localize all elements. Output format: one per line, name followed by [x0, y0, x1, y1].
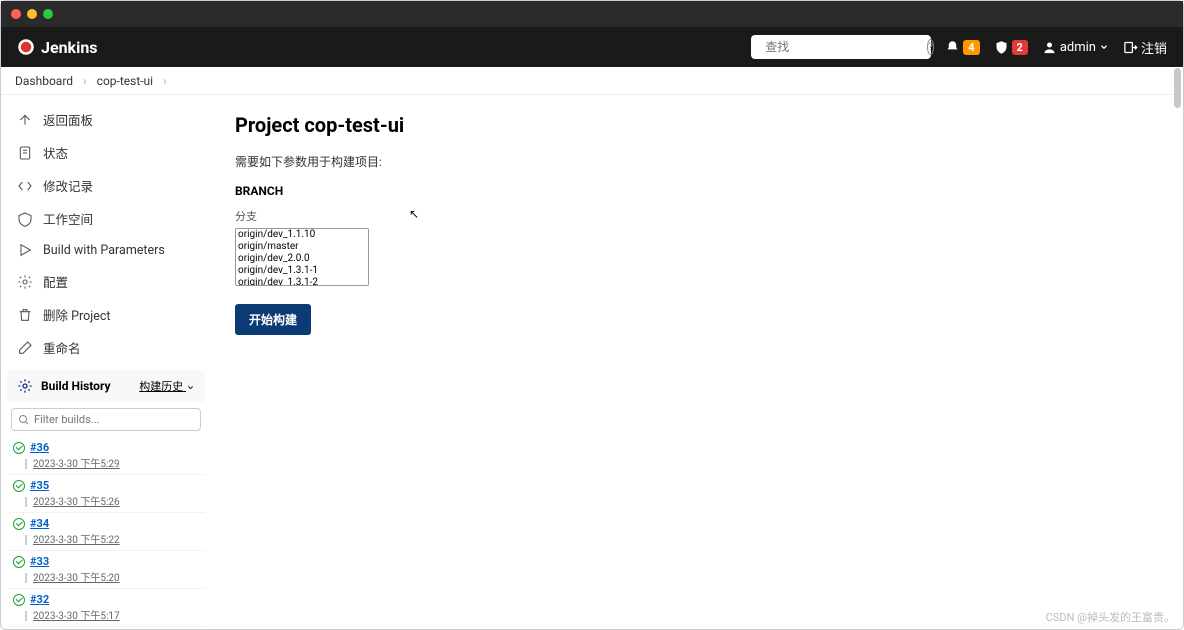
build-time-link[interactable]: 2023-3-30 下午5:17 — [33, 611, 120, 622]
build-item: #35 2023-3-30 下午5:26 — [7, 475, 205, 513]
build-time-link[interactable]: 2023-3-30 下午5:22 — [33, 535, 120, 546]
sidebar-item-label: 状态 — [43, 143, 68, 162]
notifications-button[interactable]: 4 — [945, 40, 979, 55]
build-id-link[interactable]: #35 — [30, 479, 49, 492]
delete-icon — [17, 307, 33, 323]
success-icon — [13, 442, 25, 454]
sidebar: 返回面板状态修改记录工作空间 Build with Parameters 配置删除 … — [1, 95, 211, 629]
main-content: Project cop-test-ui 需要如下参数用于构建项目: BRANCH… — [211, 95, 1183, 629]
build-button[interactable]: 开始构建 — [235, 304, 311, 335]
search-help-icon[interactable]: ? — [927, 39, 934, 55]
rename-icon — [17, 340, 33, 356]
status-icon — [17, 145, 33, 161]
user-menu[interactable]: admin — [1042, 40, 1109, 55]
breadcrumb: Dashboard › cop-test-ui › — [1, 67, 1183, 95]
build-item: #33 2023-3-30 下午5:20 — [7, 551, 205, 589]
param-name-label: BRANCH — [235, 184, 1159, 198]
filter-builds-input[interactable] — [34, 413, 194, 426]
logout-label: 注销 — [1141, 38, 1167, 57]
breadcrumb-root[interactable]: Dashboard — [15, 74, 73, 88]
success-icon — [13, 594, 25, 606]
build-history-title: Build History — [41, 379, 111, 393]
build-id-link[interactable]: #32 — [30, 593, 49, 606]
window-close-dot[interactable] — [11, 9, 21, 19]
breadcrumb-project[interactable]: cop-test-ui — [97, 74, 153, 88]
sidebar-item-label: 配置 — [43, 272, 68, 291]
build-params-icon — [17, 242, 33, 258]
sidebar-item-status[interactable]: 状态 — [7, 136, 205, 169]
brand-logo[interactable]: Jenkins — [17, 38, 98, 57]
branch-option[interactable]: origin/dev_1.1.10 — [236, 229, 368, 241]
search-input[interactable] — [765, 40, 921, 54]
alert-badge: 2 — [1012, 40, 1028, 55]
sidebar-item-delete[interactable]: 删除 Project — [7, 298, 205, 331]
sidebar-item-label: Build with Parameters — [43, 243, 165, 258]
window-maximize-dot[interactable] — [43, 9, 53, 19]
watermark: CSDN @掉头发的王富贵。 — [1046, 609, 1175, 625]
param-sub-label: 分支 — [235, 208, 1159, 224]
search-box[interactable]: ? — [751, 35, 931, 59]
filter-builds-box[interactable] — [11, 408, 201, 431]
success-icon — [13, 480, 25, 492]
bell-icon — [945, 40, 960, 55]
success-icon — [13, 518, 25, 530]
chevron-down-icon — [1099, 42, 1109, 52]
workspace-icon — [17, 211, 33, 227]
build-id-link[interactable]: #34 — [30, 517, 49, 530]
branch-select[interactable]: origin/dev_1.1.10origin/masterorigin/dev… — [235, 228, 369, 286]
sidebar-item-label: 返回面板 — [43, 110, 93, 129]
window-minimize-dot[interactable] — [27, 9, 37, 19]
build-item: #36 2023-3-30 下午5:29 — [7, 437, 205, 475]
branch-option[interactable]: origin/dev_1.3.1-2 — [236, 277, 368, 286]
build-item: #312023-3-30 下午5:15 — [7, 627, 205, 629]
chevron-right-icon: › — [163, 74, 167, 88]
back-icon — [17, 112, 33, 128]
success-icon — [13, 556, 25, 568]
logout-icon — [1123, 40, 1138, 55]
search-icon — [18, 414, 30, 426]
sidebar-item-label: 重命名 — [43, 338, 81, 357]
help-text: 需要如下参数用于构建项目: — [235, 153, 1159, 170]
configure-icon — [17, 274, 33, 290]
build-time-link[interactable]: 2023-3-30 下午5:20 — [33, 573, 120, 584]
sidebar-item-changes[interactable]: 修改记录 — [7, 169, 205, 202]
user-name: admin — [1060, 40, 1096, 55]
sidebar-item-workspace[interactable]: 工作空间 — [7, 202, 205, 235]
build-id-link[interactable]: #36 — [30, 441, 49, 454]
window-titlebar — [1, 1, 1183, 27]
sidebar-item-back[interactable]: 返回面板 — [7, 103, 205, 136]
brand-name: Jenkins — [41, 38, 98, 57]
page-title: Project cop-test-ui — [235, 113, 1159, 137]
sidebar-item-label: 修改记录 — [43, 176, 93, 195]
build-time-link[interactable]: 2023-3-30 下午5:26 — [33, 497, 120, 508]
user-icon — [1042, 40, 1057, 55]
app-header: Jenkins ? 4 2 admin 注销 — [1, 27, 1183, 67]
gear-sun-icon — [17, 378, 33, 394]
vertical-scrollbar[interactable] — [1174, 68, 1181, 108]
sidebar-item-configure[interactable]: 配置 — [7, 265, 205, 298]
branch-option[interactable]: origin/dev_2.0.0 — [236, 253, 368, 265]
build-history-header: Build History 构建历史 — [7, 370, 205, 402]
sidebar-item-label: 工作空间 — [43, 209, 93, 228]
build-time-link[interactable]: 2023-3-30 下午5:29 — [33, 459, 120, 470]
logout-button[interactable]: 注销 — [1123, 38, 1167, 57]
build-item: #32 2023-3-30 下午5:17 — [7, 589, 205, 627]
build-item: #34 2023-3-30 下午5:22 — [7, 513, 205, 551]
sidebar-item-label: 删除 Project — [43, 305, 110, 324]
build-history-trend-link[interactable]: 构建历史 — [139, 378, 195, 394]
jenkins-icon — [17, 38, 35, 56]
notif-badge: 4 — [963, 40, 979, 55]
sidebar-item-build-params[interactable]: Build with Parameters — [7, 235, 205, 265]
build-id-link[interactable]: #33 — [30, 555, 49, 568]
chevron-right-icon: › — [83, 74, 87, 88]
chevron-down-icon — [186, 383, 195, 392]
alerts-button[interactable]: 2 — [994, 40, 1028, 55]
sidebar-item-rename[interactable]: 重命名 — [7, 331, 205, 364]
changes-icon — [17, 178, 33, 194]
branch-option[interactable]: origin/master — [236, 241, 368, 253]
shield-icon — [994, 40, 1009, 55]
branch-option[interactable]: origin/dev_1.3.1-1 — [236, 265, 368, 277]
